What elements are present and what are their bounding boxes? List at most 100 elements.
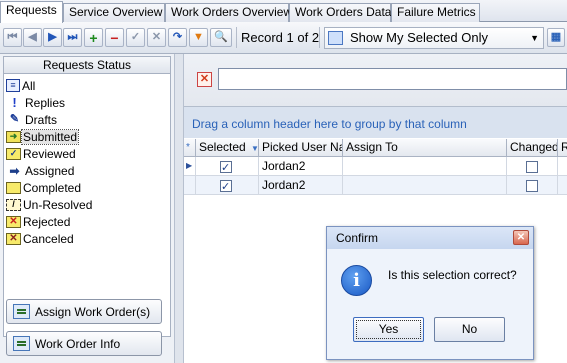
yes-button[interactable]: Yes <box>353 317 424 342</box>
no-button-label: No <box>461 322 478 336</box>
refresh-icon: ↷ <box>172 31 183 43</box>
search-icon: 🔍 <box>214 31 228 43</box>
status-item-drafts[interactable]: ✎ Drafts <box>6 111 58 128</box>
dropdown-arrow-icon: ▼ <box>530 33 539 43</box>
prev-icon: ◀ <box>28 31 37 43</box>
clear-filter-button[interactable]: ✕ <box>197 72 212 87</box>
view-filter-value: Show My Selected Only <box>350 30 489 45</box>
confirm-button[interactable]: ✓ <box>126 28 145 47</box>
unresolved-icon: / <box>6 198 21 211</box>
yes-button-label: Yes <box>378 322 399 336</box>
column-header-r[interactable]: R <box>558 139 567 157</box>
tab-label: Service Overview <box>69 5 163 19</box>
column-header-label: Changed <box>510 140 558 154</box>
close-icon: ✕ <box>516 232 526 243</box>
tab-work-orders-data[interactable]: Work Orders Data <box>289 3 391 22</box>
row-indicator[interactable]: ▶ <box>184 157 196 176</box>
changed-checkbox[interactable] <box>526 160 538 173</box>
table-cell-picked-user: Jordan2 <box>259 157 343 176</box>
column-header-assign-to[interactable]: Assign To <box>343 139 507 157</box>
current-row-icon: ▶ <box>186 161 193 170</box>
status-label: Submitted <box>20 128 80 145</box>
requests-status-list: ≡ All ! Replies ✎ Drafts ➜ Submitted ✓ R… <box>3 74 171 337</box>
confirm-icon: ✓ <box>130 31 141 43</box>
prev-record-button[interactable]: ◀ <box>23 28 42 47</box>
tab-work-orders-overview[interactable]: Work Orders Overview <box>165 3 292 22</box>
tab-label: Failure Metrics <box>397 5 476 19</box>
delete-button[interactable]: − <box>105 28 124 47</box>
column-header-label: Selected <box>199 140 246 154</box>
table-cell-r <box>558 157 567 176</box>
changed-checkbox[interactable] <box>526 179 538 192</box>
tab-service-overview[interactable]: Service Overview <box>63 3 165 22</box>
status-label: Un-Resolved <box>23 197 93 212</box>
last-record-button[interactable]: ⏭ <box>63 28 82 47</box>
search-button[interactable]: 🔍 <box>210 28 232 47</box>
rejected-icon: ✕ <box>6 215 21 228</box>
status-item-submitted[interactable]: ➜ Submitted <box>6 128 80 145</box>
table-cell-assign-to[interactable] <box>343 157 507 176</box>
cancel-edit-button[interactable]: ✕ <box>147 28 166 47</box>
first-icon: ⏮ <box>7 31 18 43</box>
status-item-completed[interactable]: Completed <box>6 179 82 196</box>
requests-status-panel: Requests Status ≡ All ! Replies ✎ Drafts… <box>0 54 174 363</box>
replies-icon: ! <box>12 95 17 110</box>
table-cell-changed[interactable] <box>507 157 558 176</box>
column-header-changed[interactable]: Changed <box>507 139 558 157</box>
status-item-canceled[interactable]: ✕ Canceled <box>6 230 75 247</box>
filter-bar: ✕ <box>184 54 567 106</box>
status-label: Drafts <box>25 112 58 127</box>
table-cell-assign-to[interactable] <box>343 176 507 195</box>
dialog-title-bar[interactable]: Confirm <box>327 227 533 249</box>
table-cell-selected[interactable] <box>196 157 259 176</box>
status-item-reviewed[interactable]: ✓ Reviewed <box>6 145 77 162</box>
tab-bar: Requests Service Overview Work Orders Ov… <box>0 0 567 23</box>
table-cell-changed[interactable] <box>507 176 558 195</box>
table-cell-selected[interactable] <box>196 176 259 195</box>
work-order-info-button[interactable]: Work Order Info <box>6 331 162 356</box>
assign-work-orders-label: Assign Work Order(s) <box>35 304 151 319</box>
first-record-button[interactable]: ⏮ <box>3 28 22 47</box>
tab-label: Work Orders Data <box>295 5 392 19</box>
layout-options-button[interactable]: ▦ <box>547 28 565 47</box>
column-header-picked-user[interactable]: Picked User Nam <box>259 139 343 157</box>
column-header-selected[interactable]: Selected ▼ <box>196 139 259 157</box>
status-item-replies[interactable]: ! Replies <box>6 94 66 111</box>
info-icon: i <box>341 265 372 296</box>
group-by-area[interactable]: Drag a column header here to group by th… <box>184 106 567 138</box>
dialog-close-button[interactable]: ✕ <box>513 230 529 245</box>
grid-view-icon <box>328 31 343 45</box>
column-header-label: R <box>561 140 567 154</box>
dialog-message: Is this selection correct? <box>388 268 517 282</box>
toolbar-divider <box>236 27 237 48</box>
selected-checkbox[interactable] <box>220 159 232 175</box>
status-item-assigned[interactable]: ➡ Assigned <box>6 162 75 179</box>
add-button[interactable]: + <box>84 28 103 47</box>
status-item-all[interactable]: ≡ All <box>6 77 36 94</box>
picked-user-value: Jordan2 <box>262 178 306 192</box>
row-indicator-header[interactable]: * <box>184 139 196 157</box>
filter-button[interactable]: ▼ <box>189 28 208 47</box>
refresh-button[interactable]: ↷ <box>168 28 187 47</box>
no-button[interactable]: No <box>434 317 505 342</box>
status-item-rejected[interactable]: ✕ Rejected <box>6 213 71 230</box>
tab-failure-metrics[interactable]: Failure Metrics <box>391 3 480 22</box>
row-indicator[interactable] <box>184 176 196 195</box>
view-filter-select[interactable]: Show My Selected Only ▼ <box>324 27 544 49</box>
assign-work-orders-button[interactable]: Assign Work Order(s) <box>6 299 162 324</box>
status-label: Rejected <box>23 214 71 229</box>
status-label: Completed <box>23 180 82 195</box>
submitted-icon: ➜ <box>6 130 21 143</box>
filter-input[interactable] <box>218 68 567 90</box>
assign-work-order-icon <box>13 304 30 319</box>
status-item-un-resolved[interactable]: / Un-Resolved <box>6 196 93 213</box>
tab-requests[interactable]: Requests <box>0 1 63 23</box>
toolbar-divider <box>319 27 320 48</box>
next-record-button[interactable]: ▶ <box>43 28 62 47</box>
selected-checkbox[interactable] <box>220 178 232 194</box>
drafts-icon: ✎ <box>9 113 20 125</box>
table-cell-picked-user: Jordan2 <box>259 176 343 195</box>
dialog-title: Confirm <box>336 231 379 245</box>
panel-splitter[interactable] <box>174 54 184 363</box>
grid-options-icon: ▦ <box>550 31 562 43</box>
